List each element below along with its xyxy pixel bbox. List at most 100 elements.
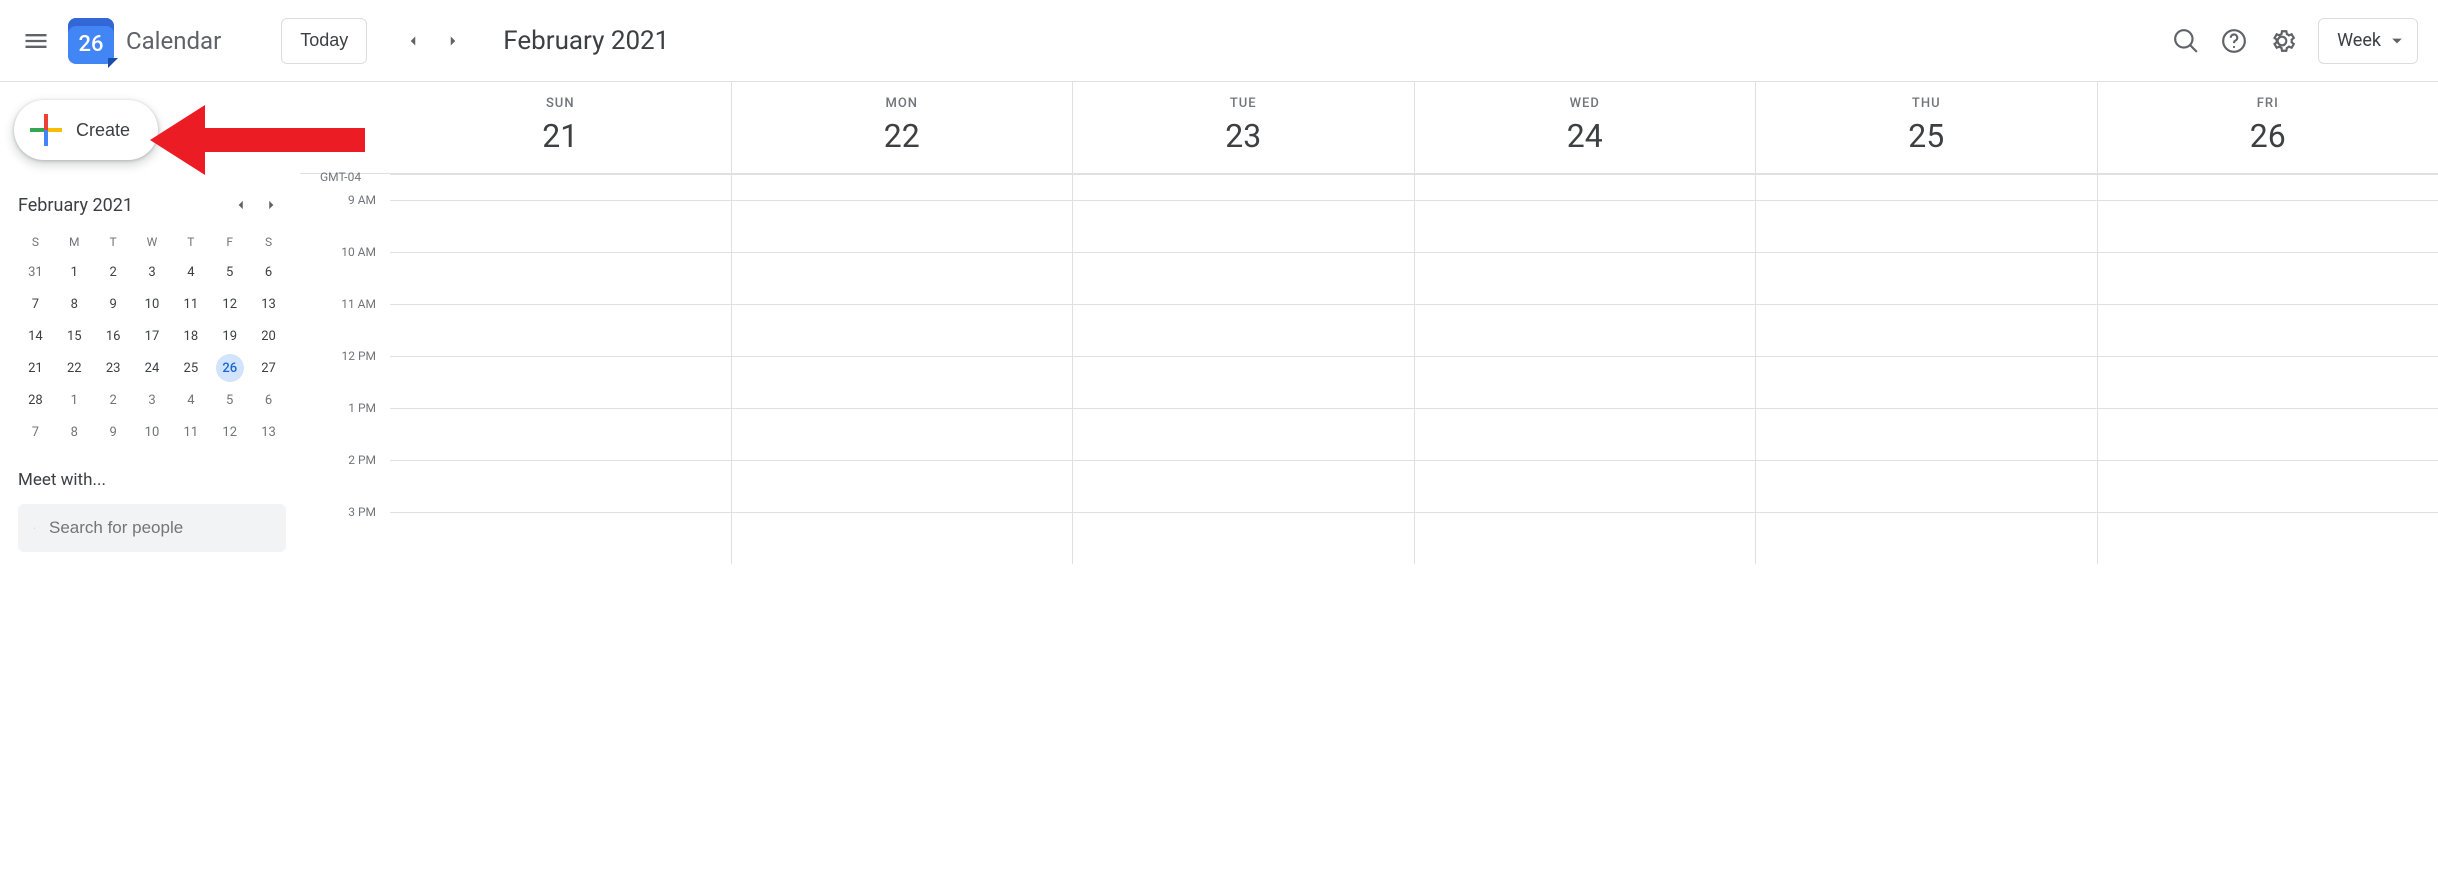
mini-day-cell[interactable]: 10: [138, 418, 166, 446]
time-cell[interactable]: [1072, 357, 1414, 408]
time-cell[interactable]: [390, 253, 731, 304]
time-cell[interactable]: [1414, 305, 1756, 356]
mini-day-cell[interactable]: 13: [255, 418, 283, 446]
mini-day-cell[interactable]: 27: [255, 354, 283, 382]
day-column-header[interactable]: THU25: [1755, 82, 2097, 173]
time-cell[interactable]: [2097, 253, 2438, 304]
search-people-field[interactable]: [18, 504, 286, 552]
mini-day-cell[interactable]: 11: [177, 290, 205, 318]
time-cell[interactable]: [390, 461, 731, 512]
mini-day-cell[interactable]: 1: [60, 258, 88, 286]
day-column-header[interactable]: SUN21: [390, 82, 731, 173]
time-cell[interactable]: [390, 357, 731, 408]
help-button[interactable]: [2210, 17, 2258, 65]
mini-day-cell[interactable]: 20: [255, 322, 283, 350]
time-cell[interactable]: [1755, 305, 2097, 356]
time-cell[interactable]: [731, 357, 1073, 408]
mini-day-cell[interactable]: 11: [177, 418, 205, 446]
time-cell[interactable]: [1755, 253, 2097, 304]
time-cell[interactable]: [731, 461, 1073, 512]
day-column-header[interactable]: TUE23: [1072, 82, 1414, 173]
time-cell[interactable]: [1072, 461, 1414, 512]
mini-day-cell[interactable]: 2: [99, 258, 127, 286]
mini-day-cell[interactable]: 26: [216, 354, 244, 382]
time-cell[interactable]: [1072, 305, 1414, 356]
mini-day-cell[interactable]: 8: [60, 290, 88, 318]
settings-button[interactable]: [2258, 17, 2306, 65]
mini-day-cell[interactable]: 12: [216, 418, 244, 446]
time-cell[interactable]: [1755, 175, 2097, 200]
mini-day-cell[interactable]: 16: [99, 322, 127, 350]
time-cell[interactable]: [1072, 253, 1414, 304]
time-cell[interactable]: [731, 513, 1073, 564]
mini-day-cell[interactable]: 9: [99, 290, 127, 318]
time-cell[interactable]: [1072, 201, 1414, 252]
mini-day-cell[interactable]: 22: [60, 354, 88, 382]
mini-day-cell[interactable]: 9: [99, 418, 127, 446]
mini-day-cell[interactable]: 4: [177, 258, 205, 286]
time-cell[interactable]: [1414, 175, 1756, 200]
time-cell[interactable]: [731, 175, 1073, 200]
mini-day-cell[interactable]: 6: [255, 258, 283, 286]
time-cell[interactable]: [2097, 305, 2438, 356]
time-cell[interactable]: [1414, 253, 1756, 304]
time-cell[interactable]: [1414, 513, 1756, 564]
mini-day-cell[interactable]: 7: [21, 290, 49, 318]
mini-day-cell[interactable]: 4: [177, 386, 205, 414]
day-column-header[interactable]: WED24: [1414, 82, 1756, 173]
time-cell[interactable]: [1755, 409, 2097, 460]
today-button[interactable]: Today: [281, 18, 367, 64]
mini-day-cell[interactable]: 28: [21, 386, 49, 414]
mini-day-cell[interactable]: 13: [255, 290, 283, 318]
mini-day-cell[interactable]: 25: [177, 354, 205, 382]
time-cell[interactable]: [390, 175, 731, 200]
day-column-header[interactable]: MON22: [731, 82, 1073, 173]
time-cell[interactable]: [1755, 357, 2097, 408]
time-cell[interactable]: [2097, 513, 2438, 564]
time-cell[interactable]: [1414, 357, 1756, 408]
mini-day-cell[interactable]: 6: [255, 386, 283, 414]
day-column-header[interactable]: FRI26: [2097, 82, 2438, 173]
mini-day-cell[interactable]: 17: [138, 322, 166, 350]
search-button[interactable]: [2162, 17, 2210, 65]
time-cell[interactable]: [2097, 357, 2438, 408]
time-cell[interactable]: [1072, 513, 1414, 564]
time-cell[interactable]: [2097, 461, 2438, 512]
create-button[interactable]: Create: [14, 100, 158, 160]
mini-day-cell[interactable]: 8: [60, 418, 88, 446]
time-cell[interactable]: [390, 513, 731, 564]
mini-day-cell[interactable]: 18: [177, 322, 205, 350]
time-cell[interactable]: [390, 201, 731, 252]
time-cell[interactable]: [1414, 409, 1756, 460]
time-cell[interactable]: [1755, 461, 2097, 512]
mini-day-cell[interactable]: 3: [138, 258, 166, 286]
time-cell[interactable]: [2097, 409, 2438, 460]
mini-day-cell[interactable]: 23: [99, 354, 127, 382]
main-menu-button[interactable]: [12, 17, 60, 65]
mini-day-cell[interactable]: 21: [21, 354, 49, 382]
mini-day-cell[interactable]: 5: [216, 386, 244, 414]
time-cell[interactable]: [390, 409, 731, 460]
time-cell[interactable]: [390, 305, 731, 356]
time-cell[interactable]: [1072, 409, 1414, 460]
mini-day-cell[interactable]: 10: [138, 290, 166, 318]
mini-day-cell[interactable]: 12: [216, 290, 244, 318]
mini-next-button[interactable]: [256, 190, 286, 220]
prev-period-button[interactable]: [393, 21, 433, 61]
mini-day-cell[interactable]: 1: [60, 386, 88, 414]
time-cell[interactable]: [1414, 201, 1756, 252]
mini-day-cell[interactable]: 15: [60, 322, 88, 350]
time-cell[interactable]: [731, 201, 1073, 252]
mini-day-cell[interactable]: 24: [138, 354, 166, 382]
mini-day-cell[interactable]: 7: [21, 418, 49, 446]
time-cell[interactable]: [731, 409, 1073, 460]
mini-day-cell[interactable]: 3: [138, 386, 166, 414]
mini-day-cell[interactable]: 14: [21, 322, 49, 350]
time-cell[interactable]: [1755, 513, 2097, 564]
mini-day-cell[interactable]: 5: [216, 258, 244, 286]
mini-prev-button[interactable]: [226, 190, 256, 220]
mini-day-cell[interactable]: 19: [216, 322, 244, 350]
time-cell[interactable]: [1755, 201, 2097, 252]
time-cell[interactable]: [1072, 175, 1414, 200]
time-cell[interactable]: [2097, 175, 2438, 200]
